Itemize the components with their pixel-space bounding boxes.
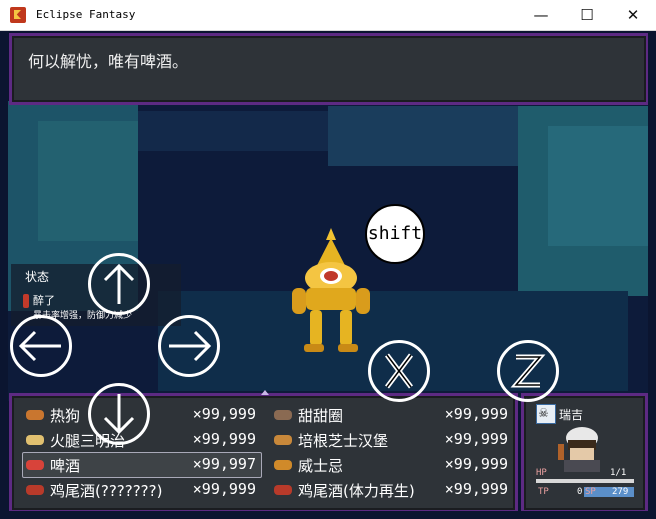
item-name: 威士忌 bbox=[298, 457, 344, 475]
left-arrow-icon bbox=[18, 330, 61, 362]
up-arrow-button[interactable] bbox=[88, 253, 150, 315]
cocktail-icon bbox=[274, 485, 292, 495]
item-quantity: ×99,999 bbox=[444, 455, 508, 473]
item-quantity: ×99,999 bbox=[444, 430, 508, 448]
left-arrow-button[interactable] bbox=[10, 315, 72, 377]
item-name: 培根芝士汉堡 bbox=[298, 432, 389, 450]
beer-icon bbox=[26, 460, 44, 470]
background-panel-right-inner bbox=[548, 126, 648, 246]
background-panel-top bbox=[138, 111, 328, 151]
skull-icon bbox=[536, 403, 556, 424]
background-panel-left-inner bbox=[38, 121, 138, 241]
message-text: 何以解忧，唯有啤酒。 bbox=[28, 52, 189, 71]
app-icon bbox=[10, 7, 26, 23]
scroll-up-arrow-icon[interactable] bbox=[261, 390, 269, 395]
item-name: 啤酒 bbox=[50, 457, 81, 475]
game-screen: 何以解忧，唯有啤酒。 状态 醉了 暴击率增强，防御力减少 热狗 ×99,999 … bbox=[8, 31, 648, 511]
golden-robot-sprite bbox=[292, 228, 370, 352]
tp-label: TP bbox=[538, 487, 549, 497]
actor-portrait bbox=[558, 427, 600, 472]
hp-value: 1/1 bbox=[610, 468, 627, 478]
game-window: Eclipse Fantasy — ☐ ✕ 何以解忧，唯有啤酒。 状态 醉了 暴… bbox=[0, 0, 656, 519]
x-letter-icon bbox=[385, 353, 413, 389]
item-name: 鸡尾酒(体力再生) bbox=[298, 482, 415, 500]
hp-bar-fill bbox=[536, 479, 634, 483]
close-button[interactable]: ✕ bbox=[610, 0, 656, 30]
donut-icon bbox=[274, 410, 292, 420]
whiskey-icon bbox=[274, 460, 292, 470]
x-button[interactable] bbox=[368, 340, 430, 402]
message-window: 何以解忧，唯有啤酒。 bbox=[9, 33, 648, 105]
actor-status-window: 瑞吉 HP 1/1 TP 0 SP 279 bbox=[521, 393, 648, 511]
cocktail-icon bbox=[26, 485, 44, 495]
minimize-button[interactable]: — bbox=[518, 0, 564, 30]
right-arrow-button[interactable] bbox=[158, 315, 220, 377]
window-title: Eclipse Fantasy bbox=[36, 8, 136, 21]
item-entry[interactable]: 培根芝士汉堡 ×99,999 bbox=[274, 429, 508, 451]
item-entry[interactable]: 威士忌 ×99,999 bbox=[274, 454, 508, 476]
item-quantity: ×99,999 bbox=[192, 480, 256, 498]
item-name: 热狗 bbox=[50, 407, 81, 425]
sandwich-icon bbox=[26, 435, 44, 445]
maximize-button[interactable]: ☐ bbox=[564, 0, 610, 30]
item-quantity: ×99,999 bbox=[192, 430, 256, 448]
z-button[interactable] bbox=[497, 340, 559, 402]
title-bar: Eclipse Fantasy — ☐ ✕ bbox=[0, 0, 656, 31]
item-entry[interactable]: 鸡尾酒(体力再生) ×99,999 bbox=[274, 479, 508, 501]
down-arrow-icon bbox=[103, 394, 135, 435]
shift-label: shift bbox=[367, 223, 423, 244]
shift-button[interactable]: shift bbox=[365, 204, 425, 264]
drunk-status-icon bbox=[23, 294, 29, 308]
right-arrow-icon bbox=[169, 330, 212, 362]
hp-label: HP bbox=[536, 468, 547, 478]
burger-icon bbox=[274, 435, 292, 445]
item-quantity: ×99,999 bbox=[444, 405, 508, 423]
item-quantity: ×99,999 bbox=[444, 480, 508, 498]
sp-value: 279 bbox=[612, 487, 629, 497]
z-letter-icon bbox=[510, 354, 546, 388]
item-name: 甜甜圈 bbox=[298, 407, 344, 425]
status-title: 状态 bbox=[25, 270, 50, 284]
item-entry[interactable]: 鸡尾酒(???????) ×99,999 bbox=[26, 479, 256, 501]
item-entry[interactable]: 啤酒 ×99,997 bbox=[26, 454, 256, 476]
hotdog-icon bbox=[26, 410, 44, 420]
background-panel-center bbox=[328, 106, 518, 166]
item-quantity: ×99,997 bbox=[192, 455, 256, 473]
actor-name: 瑞吉 bbox=[559, 408, 584, 422]
tp-value: 0 bbox=[577, 487, 583, 497]
status-effect-name: 醉了 bbox=[33, 294, 55, 307]
item-entry[interactable]: 甜甜圈 ×99,999 bbox=[274, 404, 508, 426]
down-arrow-button[interactable] bbox=[88, 383, 150, 445]
up-arrow-icon bbox=[103, 263, 135, 304]
item-quantity: ×99,999 bbox=[192, 405, 256, 423]
item-list-window: 热狗 ×99,999 甜甜圈 ×99,999 火腿三明治 ×99,999 培根芝士汉堡 ×99… bbox=[9, 390, 518, 511]
sp-label: SP bbox=[585, 487, 596, 497]
item-name: 鸡尾酒(???????) bbox=[50, 482, 163, 500]
